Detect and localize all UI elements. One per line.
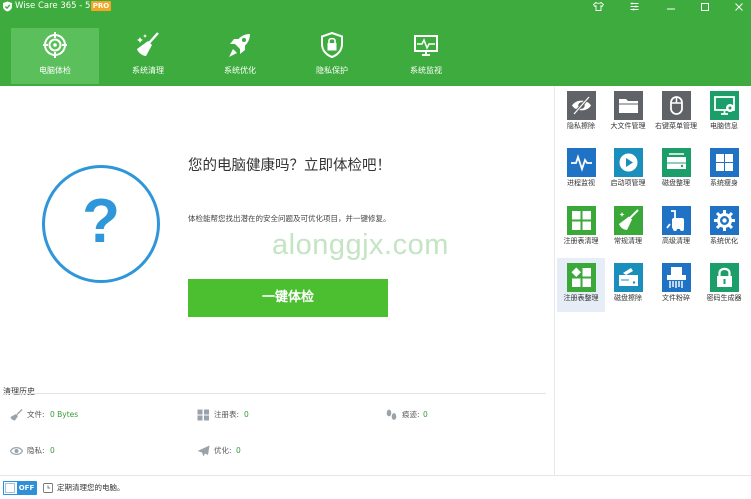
app-window: Wise Care 365 - 5.8.3 PRO 电脑体检 系统清理 系统优化… (0, 0, 751, 499)
plane-icon (197, 445, 210, 457)
tab-label: 隐私保护 (316, 66, 348, 75)
tool-system-slim[interactable]: 系统瘦身 (700, 143, 748, 197)
padlock-icon (710, 263, 739, 292)
history-value: 0 Bytes (50, 410, 79, 419)
disk-erase-icon (614, 263, 643, 292)
history-item-traces: 痕迹: 0 (385, 408, 465, 422)
watermark-text: alonggjx.com (272, 229, 449, 261)
play-icon (614, 148, 643, 177)
health-status-circle: ? (42, 165, 160, 283)
one-click-scan-button[interactable]: 一键体检 (188, 279, 388, 317)
menu-icon[interactable] (624, 0, 644, 14)
rocket-icon (229, 34, 250, 57)
toggle-knob (5, 483, 15, 493)
broom-icon (137, 32, 159, 56)
checkup-title: 您的电脑健康吗？立即体检吧！ (188, 158, 391, 174)
history-value: 0 (244, 410, 249, 419)
tool-label: 系统优化 (710, 237, 738, 245)
registry-icon (567, 206, 596, 235)
tool-context-menu[interactable]: 右键菜单管理 (652, 86, 700, 140)
tab-system-clean[interactable]: 系统清理 (104, 28, 192, 84)
tab-label: 电脑体检 (39, 66, 71, 75)
tool-large-files[interactable]: 大文件管理 (604, 86, 652, 140)
vacuum-icon (662, 206, 691, 235)
history-divider (3, 393, 546, 394)
tool-process-monitor[interactable]: 进程监视 (557, 143, 605, 197)
footer: OFF 定期清理您的电脑。 (0, 475, 751, 499)
app-logo-icon (3, 1, 12, 12)
windows-icon (710, 148, 739, 177)
tool-label: 系统瘦身 (710, 179, 738, 187)
tab-checkup[interactable]: 电脑体检 (11, 28, 99, 84)
disk-icon (662, 148, 691, 177)
tab-system-optimize[interactable]: 系统优化 (196, 28, 284, 84)
eye-slash-icon (567, 91, 596, 120)
clock-icon (43, 483, 53, 493)
tool-label: 电脑信息 (710, 122, 738, 130)
tool-disk-defrag[interactable]: 磁盘整理 (652, 143, 700, 197)
tool-file-shredder[interactable]: 文件粉碎 (652, 258, 700, 312)
tab-label: 系统优化 (224, 66, 256, 75)
pro-badge: PRO (91, 1, 111, 11)
shredder-icon (662, 263, 691, 292)
history-label: 痕迹: (402, 410, 420, 419)
close-icon[interactable] (729, 0, 749, 14)
tool-advanced-clean[interactable]: 高级清理 (652, 201, 700, 255)
folder-icon (614, 91, 643, 120)
pc-info-icon (710, 91, 739, 120)
scheduled-clean-toggle[interactable]: OFF (3, 481, 37, 495)
shirt-icon[interactable] (588, 0, 608, 14)
scheduled-clean-text: 定期清理您的电脑。 (57, 483, 125, 492)
tab-system-monitor[interactable]: 系统监视 (382, 28, 470, 84)
toggle-state-label: OFF (17, 482, 36, 494)
history-item-optimize: 优化: 0 (197, 444, 277, 458)
broom-small-icon (10, 409, 23, 421)
history-item-registry: 注册表: 0 (197, 408, 277, 422)
tab-label: 系统监视 (410, 66, 442, 75)
tool-registry-defrag[interactable]: 注册表整理 (557, 258, 605, 312)
tool-label: 密码生成器 (706, 294, 742, 302)
minimize-icon[interactable] (661, 0, 681, 14)
history-item-files: 文件: 0 Bytes (10, 408, 120, 422)
tool-pc-info[interactable]: 电脑信息 (700, 86, 748, 140)
tool-privacy-eraser[interactable]: 隐私擦除 (557, 86, 605, 140)
eye-icon (10, 447, 23, 455)
history-label: 注册表: (214, 410, 240, 419)
title-bar: Wise Care 365 - 5.8.3 PRO (0, 0, 751, 14)
pulse-icon (567, 148, 596, 177)
history-value: 0 (236, 446, 241, 455)
tool-system-optimize[interactable]: 系统优化 (700, 201, 748, 255)
target-icon (43, 32, 67, 58)
tools-panel: 隐私擦除 大文件管理 右键菜单管理 电脑信息 进程监视 启动项管理 磁盘整理 系… (554, 86, 751, 475)
checkup-panel: ? 您的电脑健康吗？立即体检吧！ 体检能帮您找出潜在的安全问题及可优化项目，并一… (0, 86, 548, 475)
maximize-icon[interactable] (695, 0, 715, 14)
registry-defrag-icon (567, 263, 596, 292)
tab-privacy[interactable]: 隐私保护 (288, 28, 376, 84)
tool-regular-clean[interactable]: 常规清理 (604, 201, 652, 255)
history-label: 优化: (214, 446, 232, 455)
history-label: 隐私: (27, 446, 45, 455)
footprint-icon (386, 409, 397, 420)
tool-disk-eraser[interactable]: 磁盘擦除 (604, 258, 652, 312)
question-mark-icon: ? (82, 187, 120, 256)
history-item-privacy: 隐私: 0 (10, 444, 90, 458)
lock-shield-icon (321, 32, 343, 58)
tool-password-generator[interactable]: 密码生成器 (700, 258, 748, 312)
history-value: 0 (50, 446, 55, 455)
gear-icon (710, 206, 739, 235)
history-label: 文件: (27, 410, 45, 419)
mouse-icon (662, 91, 691, 120)
checkup-description: 体检能帮您找出潜在的安全问题及可优化项目，并一键修复。 (188, 214, 391, 223)
header: Wise Care 365 - 5.8.3 PRO 电脑体检 系统清理 系统优化… (0, 0, 751, 86)
tab-label: 系统清理 (132, 66, 164, 75)
grid-small-icon (197, 409, 209, 421)
broom-tool-icon (614, 206, 643, 235)
history-value: 0 (423, 410, 428, 419)
tool-startup-manager[interactable]: 启动项管理 (604, 143, 652, 197)
tool-registry-clean[interactable]: 注册表清理 (557, 201, 605, 255)
history-heading: 清理历史 (3, 387, 35, 396)
monitor-pulse-icon (414, 35, 438, 56)
